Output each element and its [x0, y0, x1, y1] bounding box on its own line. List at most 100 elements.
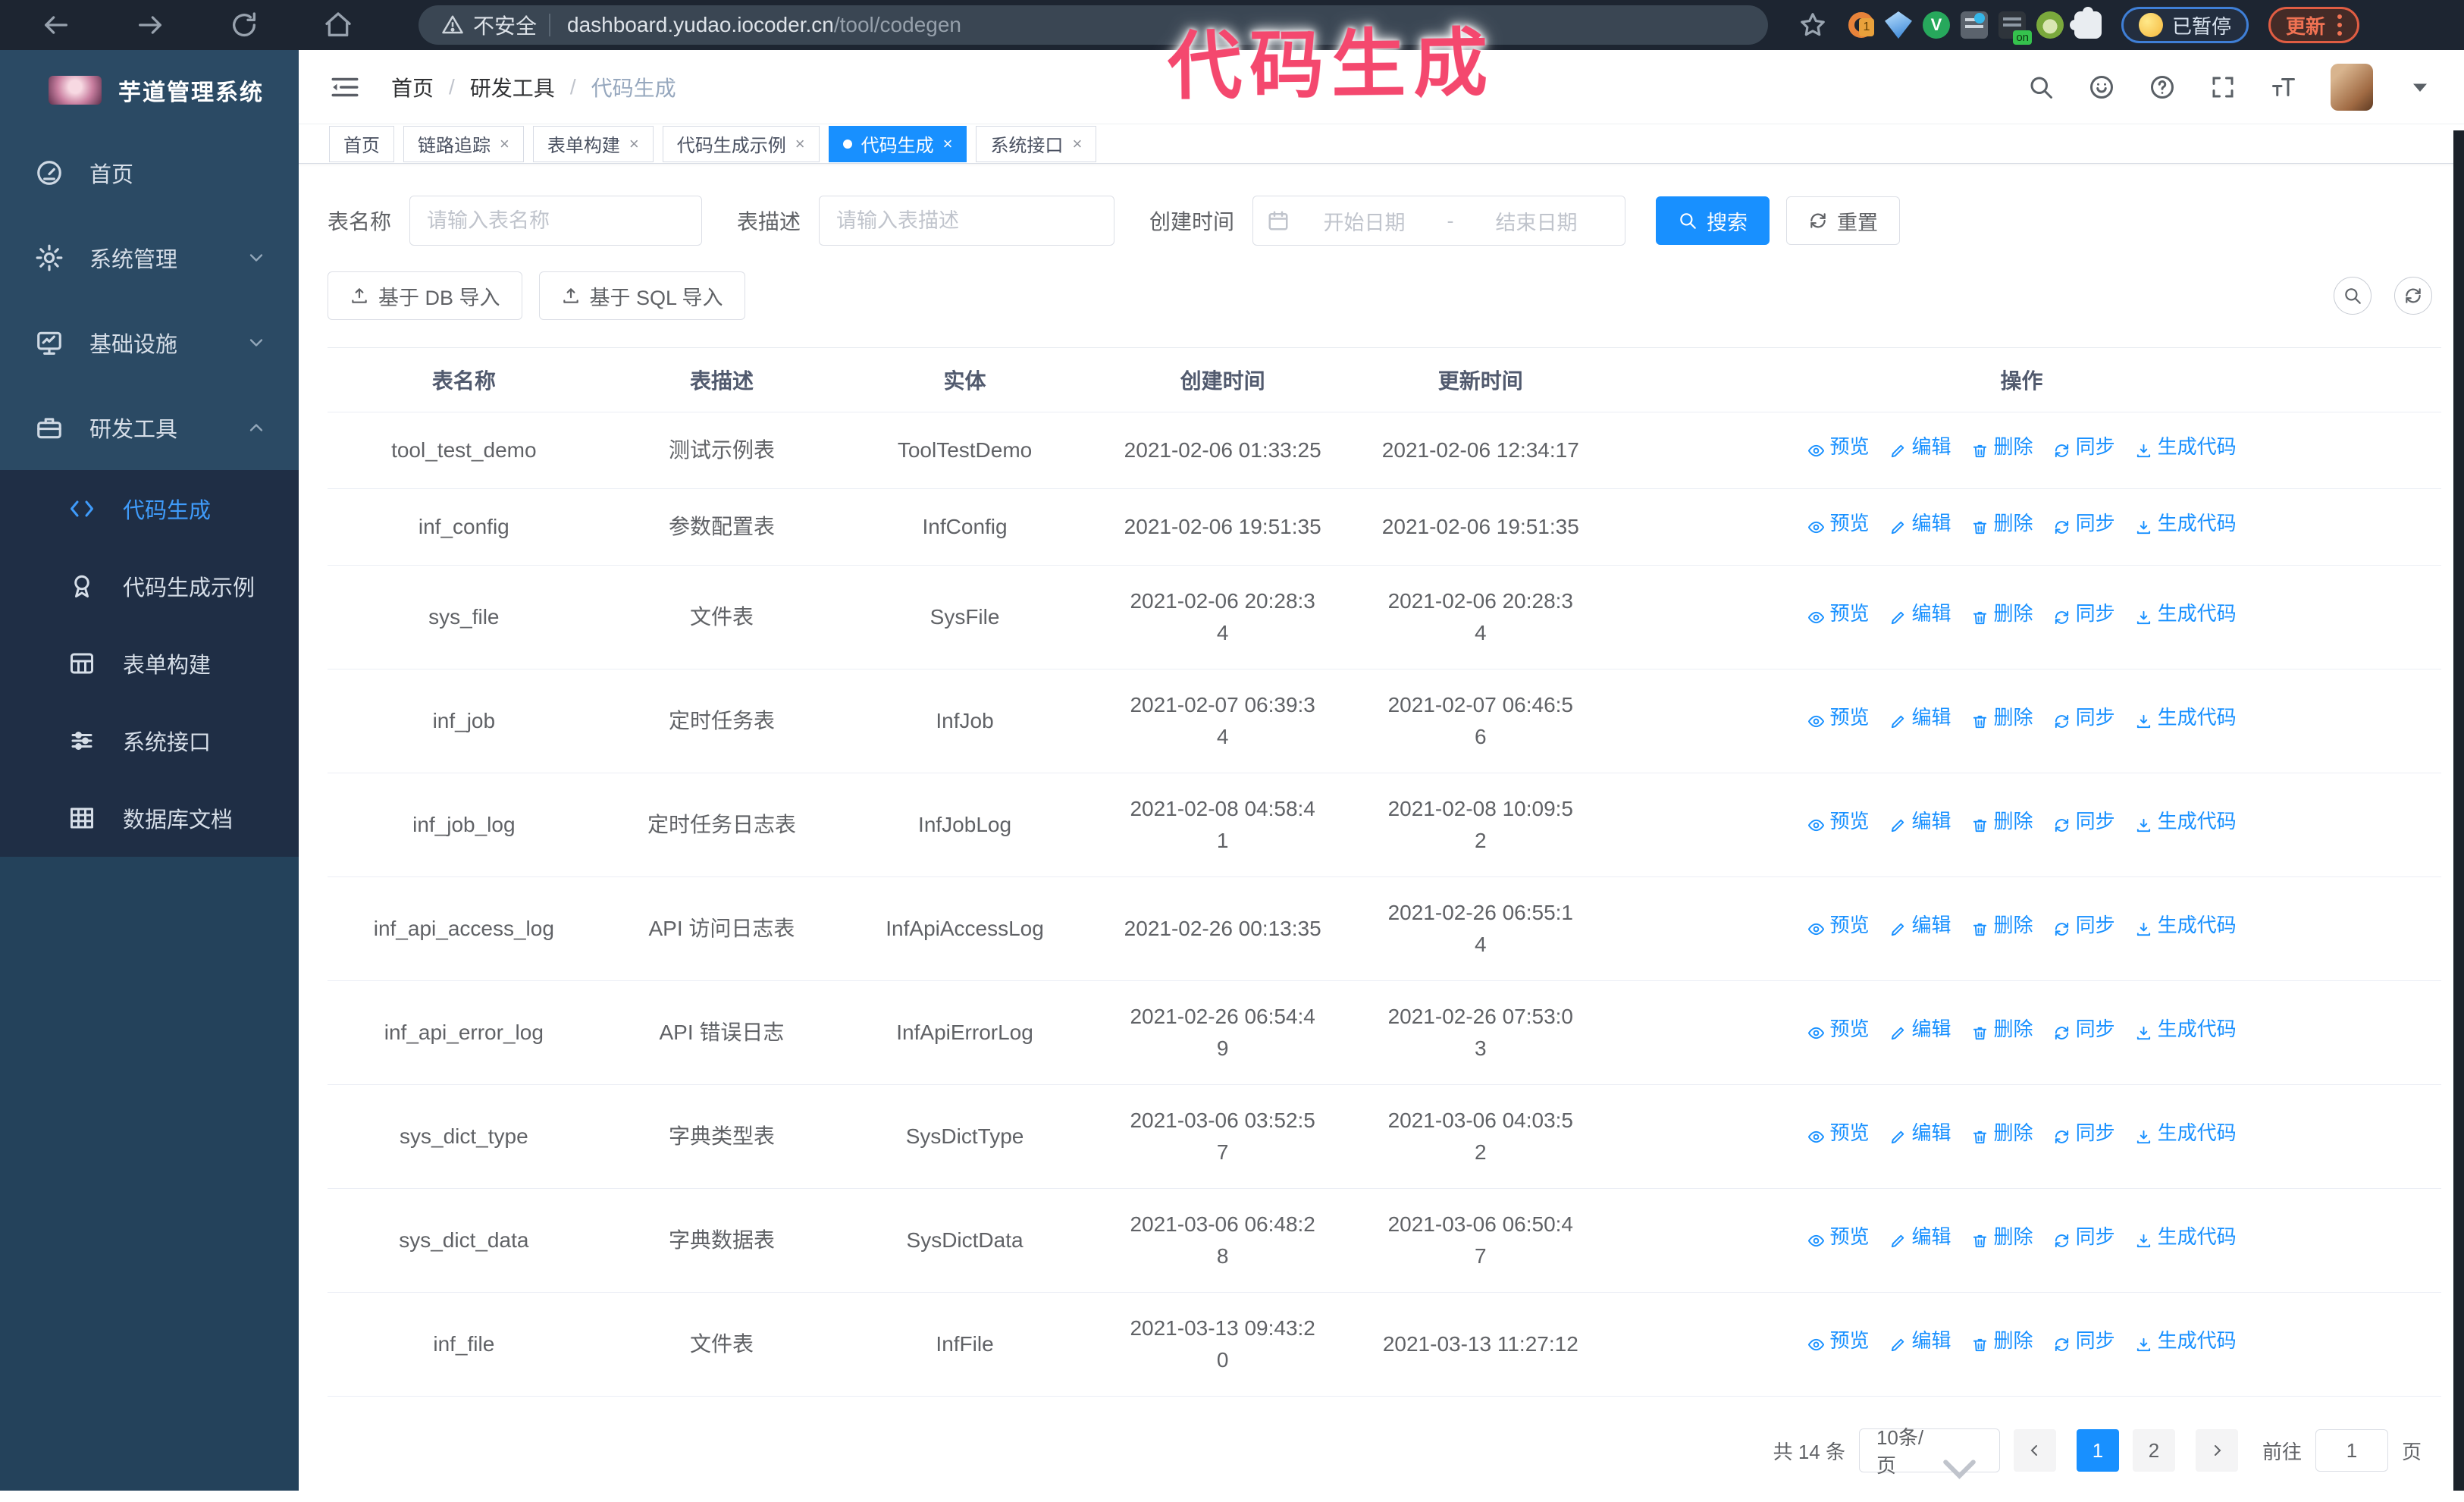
row-action-edit[interactable]: 编辑	[1889, 1222, 1951, 1252]
row-action-download[interactable]: 生成代码	[2135, 1118, 2237, 1148]
goto-page-input[interactable]	[2315, 1429, 2388, 1472]
extensions-puzzle-icon[interactable]	[2074, 11, 2102, 39]
row-action-sync[interactable]: 同步	[2053, 1222, 2115, 1252]
sidebar-subitem[interactable]: 代码生成示例	[0, 547, 299, 625]
row-action-edit[interactable]: 编辑	[1889, 599, 1951, 629]
sidebar-item[interactable]: 系统管理	[0, 215, 299, 300]
row-action-trash[interactable]: 删除	[1971, 599, 2033, 629]
date-range-picker[interactable]: 开始日期 - 结束日期	[1252, 196, 1625, 246]
row-action-trash[interactable]: 删除	[1971, 432, 2033, 462]
reload-icon[interactable]	[229, 10, 259, 40]
tab-item[interactable]: 代码生成示例×	[663, 126, 820, 162]
extension-sliders-icon[interactable]	[1961, 11, 1988, 39]
sidebar-item[interactable]: 基础设施	[0, 300, 299, 385]
sidebar-subitem[interactable]: 代码生成	[0, 470, 299, 547]
row-action-sync[interactable]: 同步	[2053, 599, 2115, 629]
row-action-eye[interactable]: 预览	[1807, 1118, 1870, 1148]
sidebar-item[interactable]: 首页	[0, 130, 299, 215]
row-action-sync[interactable]: 同步	[2053, 1118, 2115, 1148]
refresh-table-button[interactable]	[2394, 277, 2432, 315]
tab-item[interactable]: 系统接口×	[976, 126, 1096, 162]
close-icon[interactable]: ×	[1072, 134, 1082, 154]
breadcrumb-item[interactable]: 研发工具	[470, 72, 555, 102]
address-bar[interactable]: 不安全 dashboard.yudao.iocoder.cn/tool/code…	[419, 5, 1768, 45]
row-action-eye[interactable]: 预览	[1807, 509, 1870, 538]
sidebar-item[interactable]: 研发工具	[0, 385, 299, 470]
row-action-edit[interactable]: 编辑	[1889, 1118, 1951, 1148]
row-action-sync[interactable]: 同步	[2053, 432, 2115, 462]
toggle-search-button[interactable]	[2334, 277, 2372, 315]
close-icon[interactable]: ×	[943, 134, 953, 154]
search-icon[interactable]	[2027, 74, 2055, 101]
row-action-download[interactable]: 生成代码	[2135, 1326, 2237, 1356]
table-desc-input[interactable]	[819, 196, 1114, 246]
row-action-trash[interactable]: 删除	[1971, 1326, 2033, 1356]
extension-dark-icon[interactable]: on	[1998, 11, 2026, 39]
row-action-trash[interactable]: 删除	[1971, 703, 2033, 732]
row-action-download[interactable]: 生成代码	[2135, 1222, 2237, 1252]
close-icon[interactable]: ×	[629, 134, 639, 154]
prev-page-button[interactable]	[2014, 1429, 2056, 1472]
paused-button[interactable]: 已暂停	[2121, 7, 2249, 43]
row-action-eye[interactable]: 预览	[1807, 807, 1870, 836]
reset-button[interactable]: 重置	[1786, 196, 1900, 245]
row-action-download[interactable]: 生成代码	[2135, 599, 2237, 629]
extension-orange-icon[interactable]: 1	[1848, 12, 1874, 38]
row-action-eye[interactable]: 预览	[1807, 1222, 1870, 1252]
table-name-input[interactable]	[409, 196, 702, 246]
page-number-button[interactable]: 1	[2077, 1429, 2119, 1472]
page-number-button[interactable]: 2	[2133, 1429, 2175, 1472]
update-button[interactable]: 更新	[2268, 7, 2359, 43]
kebab-menu-icon[interactable]	[2337, 14, 2342, 36]
row-action-sync[interactable]: 同步	[2053, 911, 2115, 940]
bookmark-star-icon[interactable]	[1798, 11, 1827, 39]
row-action-eye[interactable]: 预览	[1807, 1326, 1870, 1356]
row-action-sync[interactable]: 同步	[2053, 807, 2115, 836]
import-sql-button[interactable]: 基于 SQL 导入	[539, 271, 745, 320]
row-action-edit[interactable]: 编辑	[1889, 1326, 1951, 1356]
search-button[interactable]: 搜索	[1656, 196, 1770, 245]
close-icon[interactable]: ×	[500, 134, 509, 154]
row-action-trash[interactable]: 删除	[1971, 911, 2033, 940]
row-action-edit[interactable]: 编辑	[1889, 911, 1951, 940]
extension-gem-icon[interactable]	[1885, 11, 1912, 39]
row-action-sync[interactable]: 同步	[2053, 703, 2115, 732]
row-action-trash[interactable]: 删除	[1971, 807, 2033, 836]
user-avatar[interactable]	[2331, 64, 2373, 111]
row-action-eye[interactable]: 预览	[1807, 599, 1870, 629]
row-action-download[interactable]: 生成代码	[2135, 703, 2237, 732]
tab-item[interactable]: 首页	[329, 126, 394, 162]
row-action-trash[interactable]: 删除	[1971, 1118, 2033, 1148]
font-size-icon[interactable]	[2270, 74, 2297, 101]
row-action-eye[interactable]: 预览	[1807, 911, 1870, 940]
sidebar-subitem[interactable]: 系统接口	[0, 702, 299, 779]
extension-monkey-icon[interactable]	[2036, 11, 2064, 39]
row-action-download[interactable]: 生成代码	[2135, 432, 2237, 462]
row-action-eye[interactable]: 预览	[1807, 1014, 1870, 1044]
row-action-edit[interactable]: 编辑	[1889, 432, 1951, 462]
row-action-trash[interactable]: 删除	[1971, 1222, 2033, 1252]
sidebar-subitem[interactable]: 表单构建	[0, 625, 299, 702]
forward-icon[interactable]	[135, 10, 165, 40]
row-action-sync[interactable]: 同步	[2053, 1014, 2115, 1044]
sidebar-subitem[interactable]: 数据库文档	[0, 779, 299, 857]
row-action-download[interactable]: 生成代码	[2135, 1014, 2237, 1044]
fullscreen-icon[interactable]	[2209, 74, 2237, 101]
home-icon[interactable]	[323, 10, 353, 40]
row-action-edit[interactable]: 编辑	[1889, 703, 1951, 732]
row-action-download[interactable]: 生成代码	[2135, 911, 2237, 940]
row-action-trash[interactable]: 删除	[1971, 1014, 2033, 1044]
breadcrumb-item[interactable]: 首页	[391, 72, 434, 102]
github-icon[interactable]	[2088, 74, 2115, 101]
hamburger-icon[interactable]	[329, 71, 361, 103]
row-action-edit[interactable]: 编辑	[1889, 807, 1951, 836]
row-action-eye[interactable]: 预览	[1807, 703, 1870, 732]
row-action-download[interactable]: 生成代码	[2135, 807, 2237, 836]
row-action-sync[interactable]: 同步	[2053, 1326, 2115, 1356]
page-size-select[interactable]: 10条/页	[1859, 1428, 2000, 1472]
import-db-button[interactable]: 基于 DB 导入	[328, 271, 522, 320]
row-action-edit[interactable]: 编辑	[1889, 1014, 1951, 1044]
back-icon[interactable]	[41, 10, 71, 40]
tab-active[interactable]: 代码生成×	[829, 126, 967, 162]
extension-v-icon[interactable]: V	[1923, 11, 1950, 39]
